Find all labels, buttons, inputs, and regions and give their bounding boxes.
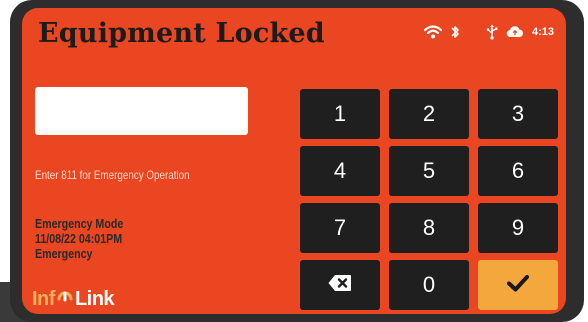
status-bar: 4:13 — [423, 22, 554, 42]
key-8[interactable]: 8 — [389, 203, 469, 253]
mode-label: Emergency Mode — [35, 216, 124, 231]
key-6[interactable]: 6 — [478, 146, 558, 196]
mode-timestamp: 11/08/22 04:01PM — [35, 231, 123, 246]
key-7[interactable]: 7 — [300, 203, 380, 253]
logo-text-post: Link — [74, 287, 115, 310]
infolink-logo: Inf Link — [32, 287, 115, 311]
logo-mark-icon — [56, 287, 74, 311]
page-title: Equipment Locked — [38, 18, 325, 49]
key-1[interactable]: 1 — [300, 89, 380, 139]
mode-status: Emergency — [35, 246, 93, 261]
key-0[interactable]: 0 — [389, 260, 469, 310]
backspace-icon — [328, 272, 352, 298]
wifi-icon — [423, 25, 442, 39]
numeric-keypad: 1 2 3 4 5 6 7 8 9 0 — [300, 89, 558, 312]
key-2[interactable]: 2 — [389, 89, 469, 139]
pin-input[interactable] — [35, 87, 248, 135]
enter-button[interactable] — [478, 260, 558, 310]
key-4[interactable]: 4 — [300, 146, 380, 196]
key-9[interactable]: 9 — [478, 203, 558, 253]
key-5[interactable]: 5 — [389, 146, 469, 196]
bluetooth-icon — [450, 24, 460, 40]
lock-screen: Equipment Locked 4:13 Enter 811 for Emer… — [22, 8, 566, 314]
logo-text-pre: Inf — [32, 287, 55, 310]
emergency-mode-info: Emergency Mode 11/08/22 04:01PM Emergenc… — [35, 216, 123, 261]
backspace-button[interactable] — [300, 260, 380, 310]
checkmark-icon — [507, 272, 529, 298]
usb-icon — [486, 24, 498, 40]
emergency-hint: Enter 811 for Emergency Operation — [35, 168, 190, 182]
cloud-icon — [506, 25, 524, 39]
key-3[interactable]: 3 — [478, 89, 558, 139]
clock-time: 4:13 — [531, 26, 554, 38]
